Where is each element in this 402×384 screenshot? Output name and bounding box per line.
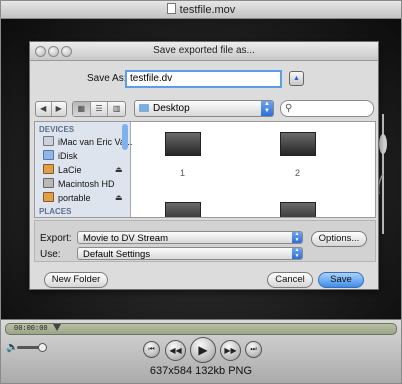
idisk-icon (43, 150, 54, 160)
eject-icon[interactable]: ⏏ (115, 193, 123, 202)
file-thumbnail[interactable] (280, 132, 316, 156)
export-value: Movie to DV Stream (83, 233, 168, 244)
icon-view-icon[interactable]: ▦ (73, 102, 91, 116)
export-options: Export: Movie to DV Stream ▲ ▼ Options... … (34, 220, 376, 262)
search-icon: ⚲ (285, 103, 293, 114)
sidebar-item-imac[interactable]: iMac van Eric Va... (43, 136, 132, 147)
file-thumbnail[interactable] (165, 132, 201, 156)
sidebar-scrollbar[interactable] (122, 124, 128, 150)
view-mode-buttons[interactable]: ▦ ☰ ▥ (72, 101, 126, 117)
quicktime-window: testfile.mov Save exported file as... Sa… (0, 0, 402, 384)
list-view-icon[interactable]: ☰ (91, 102, 109, 116)
save-button[interactable]: Save (318, 272, 364, 288)
options-button[interactable]: Options... (311, 231, 367, 247)
new-folder-button[interactable]: New Folder (44, 272, 108, 288)
skip-back-icon[interactable]: ⏮ (143, 341, 160, 358)
player-title: testfile.mov (1, 3, 401, 16)
image-caption: 637x584 132kb PNG (149, 365, 253, 377)
document-icon (166, 3, 176, 14)
file-thumbnail[interactable] (165, 202, 201, 217)
drive-icon (43, 192, 54, 202)
dialog-title: Save exported file as... (153, 45, 255, 56)
play-icon[interactable]: ▶ (190, 337, 216, 363)
popup-arrows-icon: ▲ ▼ (261, 101, 273, 116)
sidebar-item-label: LaCie (58, 165, 82, 175)
imac-icon (43, 136, 54, 146)
drive-icon (43, 178, 54, 188)
file-label: 1 (180, 168, 186, 178)
popup-arrows-icon: ▲ ▼ (292, 247, 302, 259)
dialog-title-bar[interactable]: Save exported file as... (30, 42, 378, 61)
rewind-icon[interactable]: ◀◀ (165, 340, 186, 361)
location-popup[interactable]: Desktop ▲ ▼ (134, 100, 274, 117)
sidebar-header-places: PLACES (39, 207, 72, 216)
back-icon[interactable]: ◀ (36, 102, 52, 116)
file-label: 2 (295, 168, 301, 178)
sidebar-item-portable[interactable]: portable (43, 192, 91, 203)
cancel-button[interactable]: Cancel (267, 272, 313, 288)
drive-icon (43, 164, 54, 174)
use-value: Default Settings (83, 249, 151, 260)
skip-forward-icon[interactable]: ⏭ (245, 341, 262, 358)
save-as-field[interactable]: testfile.dv (125, 70, 282, 88)
sidebar-item-idisk[interactable]: iDisk (43, 150, 78, 161)
expand-dialog-button[interactable]: ▲ (289, 71, 304, 86)
playhead-icon[interactable] (53, 324, 61, 331)
sidebar-item-label: Macintosh HD (58, 179, 115, 189)
file-browser: DEVICES iMac van Eric Va... iDisk LaCie … (34, 121, 376, 218)
export-label: Export: (40, 233, 72, 244)
use-label: Use: (40, 249, 61, 260)
sidebar: DEVICES iMac van Eric Va... iDisk LaCie … (35, 122, 132, 217)
save-as-label: Save As: (87, 73, 127, 84)
disclosure-up-icon: ▲ (293, 75, 300, 82)
sidebar-item-label: iDisk (58, 151, 78, 161)
sidebar-item-macintosh-hd[interactable]: Macintosh HD (43, 178, 115, 189)
export-popup[interactable]: Movie to DV Stream ▲ ▼ (77, 231, 303, 244)
sidebar-item-lacie[interactable]: LaCie (43, 164, 82, 175)
back-forward-buttons[interactable]: ◀ ▶ (35, 101, 67, 117)
popup-arrows-icon: ▲ ▼ (292, 231, 302, 243)
player-title-text: testfile.mov (179, 4, 236, 16)
eject-icon[interactable]: ⏏ (115, 165, 123, 174)
fast-forward-icon[interactable]: ▶▶ (220, 340, 241, 361)
timecode: 00:00:00 (14, 325, 48, 333)
use-popup[interactable]: Default Settings ▲ ▼ (77, 247, 303, 260)
time-scrubber[interactable]: 00:00:00 (5, 323, 397, 335)
save-dialog: Save exported file as... Save As: testfi… (29, 41, 379, 290)
sidebar-item-label: portable (58, 193, 91, 203)
forward-icon[interactable]: ▶ (52, 102, 67, 116)
column-view-icon[interactable]: ▥ (108, 102, 125, 116)
volume-knob[interactable] (38, 343, 47, 352)
location-text: Desktop (153, 103, 190, 114)
player-title-bar[interactable]: testfile.mov (1, 1, 401, 19)
sidebar-header-devices: DEVICES (39, 125, 75, 134)
folder-icon (139, 104, 149, 112)
file-thumbnail[interactable] (280, 202, 316, 217)
search-field[interactable]: ⚲ (280, 100, 374, 117)
